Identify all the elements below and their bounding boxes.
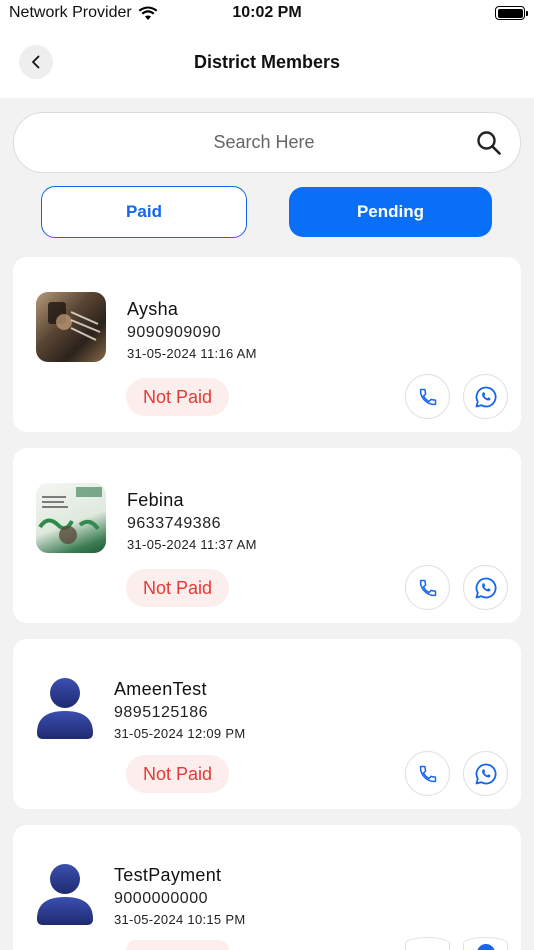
whatsapp-icon [475, 577, 496, 598]
member-card[interactable]: TestPayment 9000000000 31-05-2024 10:15 … [13, 825, 521, 950]
member-avatar [36, 483, 106, 553]
member-avatar [36, 292, 106, 362]
call-button[interactable] [405, 751, 450, 796]
member-phone: 9090909090 [127, 324, 221, 341]
member-date: 31-05-2024 11:37 AM [127, 537, 257, 552]
paid-filter-button[interactable]: Paid [41, 186, 247, 238]
status-bar: Network Provider 10:02 PM [0, 0, 534, 30]
whatsapp-button[interactable] [463, 565, 508, 610]
header: District Members [0, 30, 534, 98]
member-date: 31-05-2024 12:09 PM [114, 726, 246, 741]
phone-icon [419, 765, 436, 782]
member-phone: 9895125186 [114, 704, 208, 721]
call-button[interactable] [405, 937, 450, 950]
member-phone: 9000000000 [114, 890, 208, 907]
call-button[interactable] [405, 374, 450, 419]
whatsapp-button[interactable] [463, 374, 508, 419]
member-card[interactable]: AmeenTest 9895125186 31-05-2024 12:09 PM… [13, 639, 521, 809]
battery-icon [495, 6, 528, 20]
whatsapp-button[interactable] [463, 751, 508, 796]
search-icon[interactable] [476, 130, 502, 156]
member-phone: 9633749386 [127, 515, 221, 532]
carrier-info: Network Provider [9, 4, 158, 22]
status-badge: Not Paid [126, 569, 229, 607]
status-badge [126, 940, 229, 950]
user-icon [37, 678, 93, 739]
whatsapp-icon [475, 763, 496, 784]
member-name: Aysha [127, 299, 179, 319]
whatsapp-button[interactable] [463, 937, 508, 950]
member-date: 31-05-2024 11:16 AM [127, 346, 257, 361]
carrier-name: Network Provider [9, 4, 132, 21]
call-button[interactable] [405, 565, 450, 610]
whatsapp-icon [475, 386, 496, 407]
phone-icon [419, 579, 436, 596]
member-name: Febina [127, 490, 184, 510]
member-name: AmeenTest [114, 679, 207, 699]
member-name: TestPayment [114, 865, 222, 885]
member-card[interactable]: Aysha 9090909090 31-05-2024 11:16 AM Not… [13, 257, 521, 432]
search-input[interactable] [14, 113, 474, 172]
page-title: District Members [193, 52, 341, 72]
status-badge: Not Paid [126, 378, 229, 416]
search-bar [13, 112, 521, 173]
status-badge: Not Paid [126, 755, 229, 793]
user-icon [37, 864, 93, 925]
pending-filter-button[interactable]: Pending [289, 187, 492, 237]
phone-icon [419, 388, 436, 405]
member-date: 31-05-2024 10:15 PM [114, 912, 246, 927]
wifi-icon [138, 6, 158, 20]
member-card[interactable]: Febina 9633749386 31-05-2024 11:37 AM No… [13, 448, 521, 623]
